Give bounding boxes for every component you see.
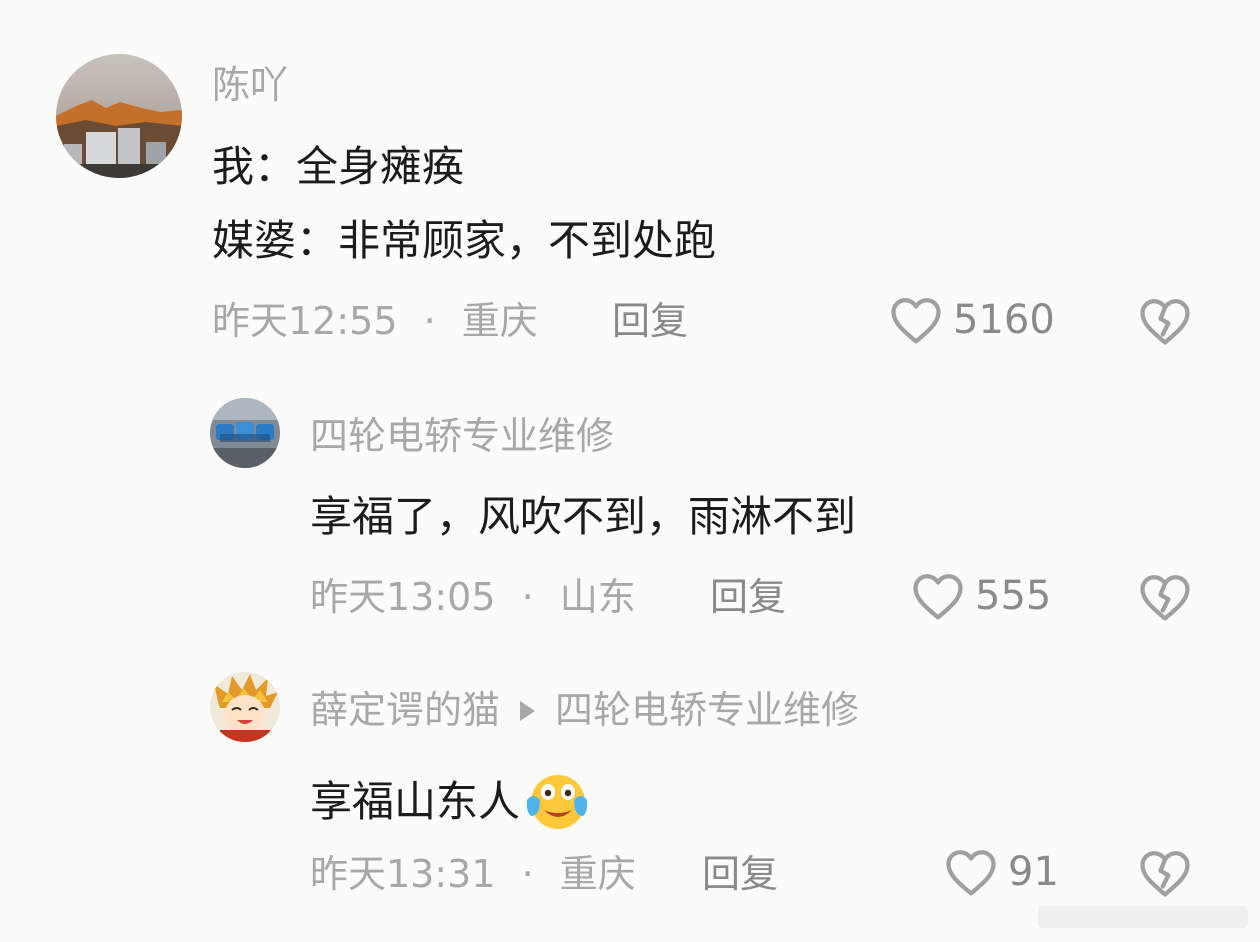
comment-username[interactable]: 四轮电轿专业维修	[310, 417, 614, 455]
comment-location: 重庆	[559, 852, 636, 896]
heart-outline-icon	[891, 298, 941, 344]
reply-button[interactable]: 回复	[612, 302, 688, 340]
comment-location: 山东	[559, 575, 636, 619]
comment-username[interactable]: 陈吖	[212, 66, 288, 104]
like-button[interactable]: 555	[911, 571, 1051, 621]
comment-meta: 昨天12:55 · 重庆	[212, 302, 538, 340]
avatar[interactable]	[210, 672, 280, 742]
meta-dot: ·	[423, 299, 436, 343]
like-button[interactable]: 5160	[889, 295, 1055, 345]
comment-text-line-2: 媒婆：非常顾家，不到处跑	[212, 216, 717, 265]
comment-username-line: 薛定谔的猫 四轮电轿专业维修	[310, 691, 859, 729]
comment-text-line-1: 享福了，风吹不到，雨淋不到	[310, 492, 857, 541]
avatar[interactable]	[210, 398, 280, 468]
crying-laughing-emoji	[524, 770, 590, 839]
comment-username[interactable]: 薛定谔的猫	[310, 688, 500, 732]
meta-dot: ·	[521, 575, 534, 619]
like-count: 555	[975, 573, 1052, 619]
comment-text: 享福山东人	[310, 777, 521, 826]
heart-outline-icon	[946, 850, 996, 896]
heart-outline-icon	[913, 574, 963, 620]
meta-dot: ·	[521, 852, 534, 896]
reply-button[interactable]: 回复	[710, 578, 786, 616]
comment-meta: 昨天13:31 · 重庆	[310, 855, 636, 893]
comment-time: 昨天13:31	[310, 852, 496, 896]
reply-button[interactable]: 回复	[702, 855, 778, 893]
broken-heart-icon	[1140, 299, 1190, 345]
comment-meta: 昨天13:05 · 山东	[310, 578, 636, 616]
watermark-bar	[1038, 906, 1248, 928]
play-arrow-icon	[520, 700, 536, 721]
dislike-button[interactable]	[1138, 848, 1192, 902]
avatar[interactable]	[56, 54, 182, 178]
like-count: 91	[1008, 849, 1059, 895]
dislike-button[interactable]	[1138, 572, 1192, 626]
broken-heart-icon	[1140, 575, 1190, 621]
comment-time: 昨天13:05	[310, 575, 496, 619]
comment-time: 昨天12:55	[212, 299, 398, 343]
like-count: 5160	[953, 297, 1055, 343]
broken-heart-icon	[1140, 851, 1190, 897]
reply-to-username[interactable]: 四轮电轿专业维修	[555, 688, 859, 732]
dislike-button[interactable]	[1138, 296, 1192, 350]
like-button[interactable]: 91	[944, 847, 1059, 897]
comment-text-line-1: 我：全身瘫痪	[212, 142, 465, 191]
comment-location: 重庆	[461, 299, 538, 343]
comment-text-line-1: 享福山东人	[310, 770, 590, 839]
